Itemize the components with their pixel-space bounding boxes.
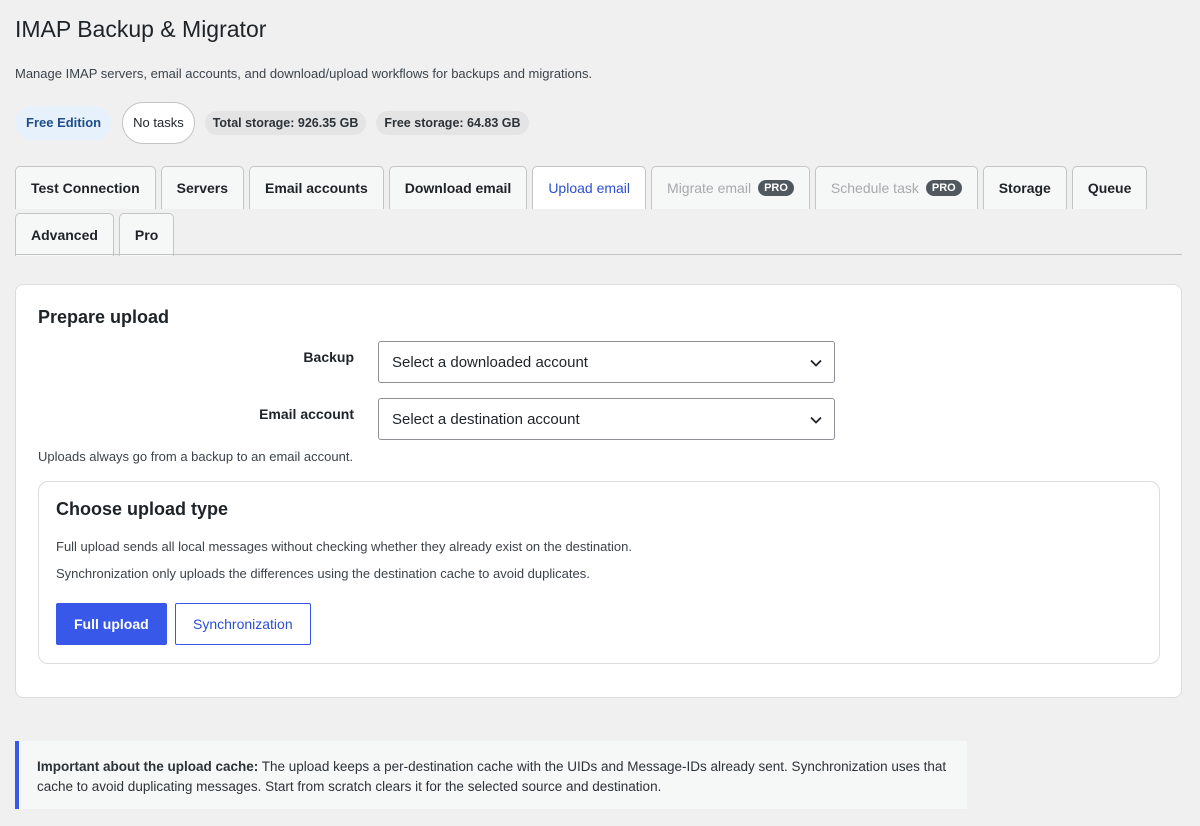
tab-label: Queue (1087, 180, 1132, 196)
total-storage-badge: Total storage: 926.35 GB (204, 111, 367, 135)
email-account-row: Email account Select a destination accou… (16, 398, 835, 440)
upload-type-title: Choose upload type (56, 499, 229, 519)
tab-label: Schedule task (830, 180, 919, 196)
upload-hint: Uploads always go from a backup to an em… (38, 449, 354, 464)
tab-storage[interactable]: Storage (982, 166, 1067, 209)
backup-select[interactable]: Select a downloaded account (378, 341, 835, 383)
tab-label: Email accounts (265, 180, 368, 196)
tab-label: Advanced (31, 227, 98, 243)
email-account-select[interactable]: Select a destination account (378, 398, 835, 440)
status-badges: Free Edition No tasks Total storage: 926… (15, 102, 529, 144)
sync-description: Synchronization only uploads the differe… (56, 566, 590, 581)
tabs-divider (15, 254, 1182, 255)
tab-upload-email[interactable]: Upload email (532, 166, 647, 209)
pro-badge: PRO (758, 180, 794, 196)
tab-bar: Test Connection Servers Email accounts D… (15, 166, 1182, 256)
tab-email-accounts[interactable]: Email accounts (249, 166, 384, 209)
email-account-select-value: Select a destination account (392, 410, 580, 428)
synchronization-button[interactable]: Synchronization (175, 603, 311, 645)
backup-label: Backup (303, 349, 354, 365)
upload-type-card: Choose upload type Full upload sends all… (38, 481, 1160, 664)
notice-title: Important about the upload cache: (37, 759, 259, 774)
full-upload-button[interactable]: Full upload (56, 603, 167, 645)
tab-schedule-task[interactable]: Schedule task PRO (814, 166, 978, 209)
pro-badge: PRO (925, 180, 962, 196)
tab-row-1: Test Connection Servers Email accounts D… (15, 166, 1182, 209)
tab-label: Download email (404, 180, 512, 196)
tab-label: Migrate email (667, 180, 752, 196)
tab-label: Upload email (548, 180, 631, 196)
page-title: IMAP Backup & Migrator (15, 16, 267, 42)
chevron-down-icon (810, 411, 822, 427)
tab-advanced[interactable]: Advanced (15, 213, 114, 256)
prepare-upload-card: Prepare upload Backup Select a downloade… (15, 284, 1182, 698)
tab-download-email[interactable]: Download email (388, 166, 528, 209)
tab-row-2: Advanced Pro (15, 213, 1182, 256)
chevron-down-icon (810, 354, 822, 370)
edition-badge: Free Edition (15, 106, 113, 140)
tab-queue[interactable]: Queue (1071, 166, 1148, 209)
backup-row: Backup Select a downloaded account (16, 341, 835, 383)
full-upload-description: Full upload sends all local messages wit… (56, 539, 632, 554)
page-description: Manage IMAP servers, email accounts, and… (15, 66, 593, 81)
prepare-upload-title: Prepare upload (38, 307, 170, 327)
tab-label: Storage (998, 180, 1051, 196)
upload-cache-notice: Important about the upload cache: The up… (15, 741, 967, 809)
free-storage-badge: Free storage: 64.83 GB (376, 111, 529, 135)
tab-servers[interactable]: Servers (160, 166, 245, 209)
tasks-badge: No tasks (122, 102, 195, 144)
tab-migrate-email[interactable]: Migrate email PRO (651, 166, 810, 209)
tab-label: Servers (176, 180, 229, 196)
email-account-label: Email account (259, 406, 354, 422)
backup-select-value: Select a downloaded account (392, 353, 588, 371)
tab-label: Pro (134, 227, 159, 243)
tab-pro[interactable]: Pro (118, 213, 175, 256)
tab-label: Test Connection (31, 180, 140, 196)
tab-test-connection[interactable]: Test Connection (15, 166, 156, 209)
